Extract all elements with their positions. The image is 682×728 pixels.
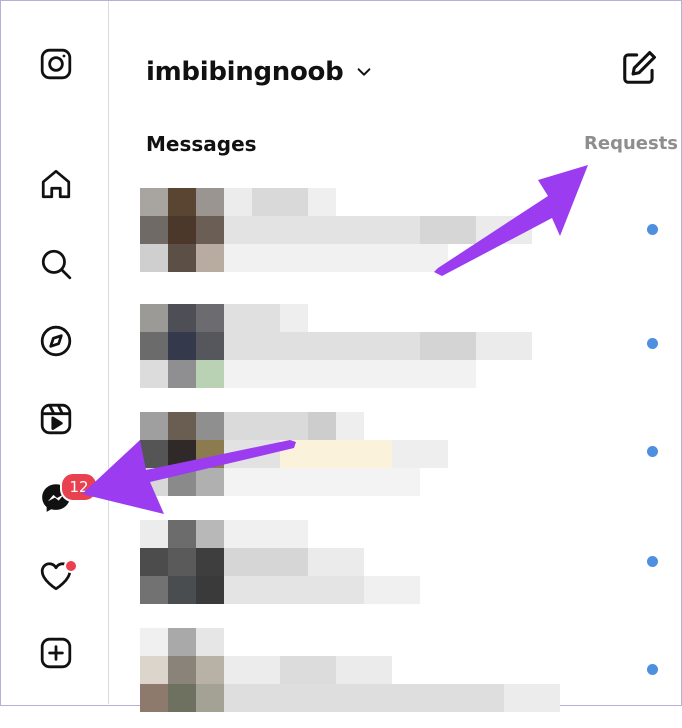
message-thread[interactable] [140,188,680,296]
unread-dot [647,556,658,567]
blurred-thread-preview [140,512,560,604]
account-switcher[interactable]: imbibingnoob [146,52,373,92]
message-thread-list [140,188,680,728]
notification-dot [64,559,78,573]
instagram-logo-icon[interactable] [38,46,74,82]
home-icon[interactable] [38,166,74,202]
unread-dot [647,224,658,235]
blurred-thread-preview [140,620,560,712]
message-thread[interactable] [140,512,680,620]
message-thread[interactable] [140,620,680,728]
explore-compass-icon[interactable] [38,323,74,359]
create-plus-icon[interactable] [38,635,74,671]
username-title: imbibingnoob [146,57,344,87]
blurred-thread-preview [140,188,560,280]
reels-icon[interactable] [38,401,74,437]
search-icon[interactable] [38,246,74,282]
sidebar: 12 [1,1,109,704]
tab-requests[interactable]: Requests [584,133,678,154]
new-message-icon[interactable] [620,49,658,87]
unread-dot [647,338,658,349]
unread-dot [647,446,658,457]
unread-dot [647,664,658,675]
message-thread[interactable] [140,404,680,512]
blurred-thread-preview [140,404,560,496]
chevron-down-icon [355,63,373,81]
tab-messages[interactable]: Messages [146,132,257,156]
unread-count-badge: 12 [60,472,98,502]
blurred-thread-preview [140,296,560,388]
message-thread[interactable] [140,296,680,404]
